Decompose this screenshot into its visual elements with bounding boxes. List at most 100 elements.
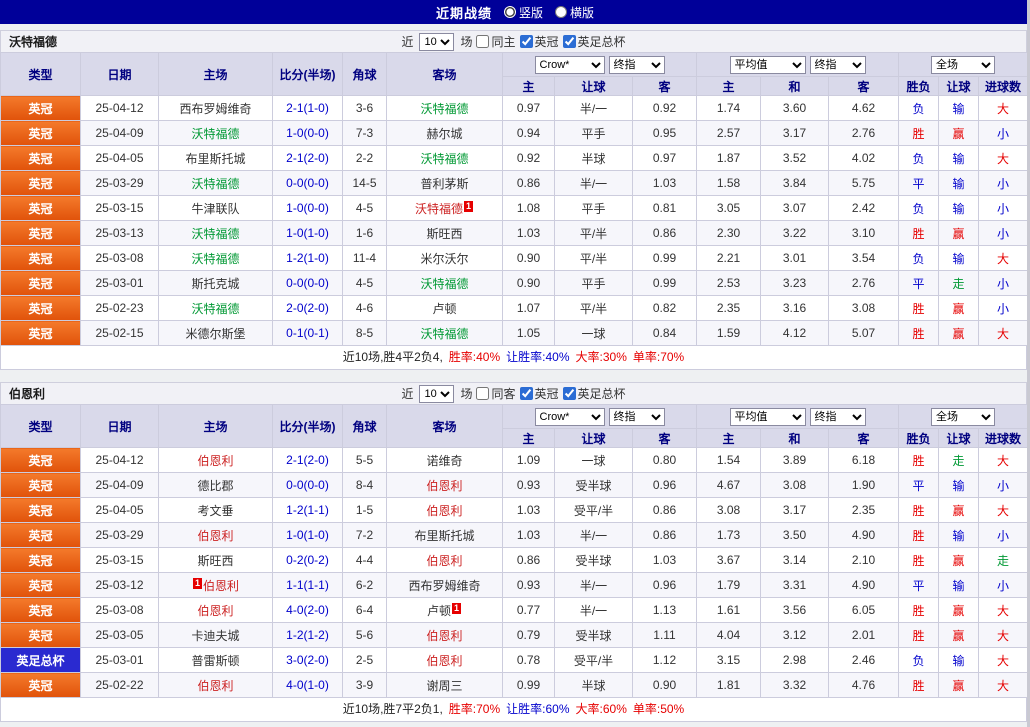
avg-away-odds: 2.76 xyxy=(828,120,899,146)
match-score: 1-2(1-1) xyxy=(272,497,343,523)
odds-stage-select[interactable]: 终指 xyxy=(608,407,665,426)
avg-away-odds: 6.18 xyxy=(828,447,899,473)
avg-home-odds: 2.35 xyxy=(696,295,761,321)
result-handicap: 输 xyxy=(938,522,979,548)
team-name-link[interactable]: 布里斯托城 xyxy=(414,529,474,543)
team-name-link[interactable]: 伯恩利 xyxy=(197,454,233,468)
team-name-link[interactable]: 伯恩利 xyxy=(426,504,462,518)
match-count-select[interactable]: 10 xyxy=(419,384,455,403)
result-handicap: 赢 xyxy=(938,320,979,346)
filter-league-input[interactable] xyxy=(519,35,533,48)
home-team-cell: 沃特福德 xyxy=(158,295,273,321)
layout-radio-vertical[interactable]: 竖版 xyxy=(503,4,543,21)
team-name-link[interactable]: 沃特福德 xyxy=(420,327,468,341)
home-team-cell: 米德尔斯堡 xyxy=(158,320,273,346)
result-goals: 大 xyxy=(978,245,1028,271)
avg-stage-select[interactable]: 终指 xyxy=(809,407,866,426)
team-name-link[interactable]: 伯恩利 xyxy=(197,529,233,543)
team-name-link[interactable]: 米尔沃尔 xyxy=(420,252,468,266)
team-name-link[interactable]: 伯恩利 xyxy=(203,579,239,593)
home-team-cell: 伯恩利 xyxy=(158,447,273,473)
filter-cup[interactable]: 英足总杯 xyxy=(562,385,626,402)
team-name-link[interactable]: 普雷斯顿 xyxy=(191,654,239,668)
team-name-link[interactable]: 斯旺西 xyxy=(426,227,462,241)
filter-league[interactable]: 英冠 xyxy=(519,33,559,50)
match-count-select[interactable]: 10 xyxy=(419,32,455,51)
team-name-link[interactable]: 沃特福德 xyxy=(191,227,239,241)
avg-away-odds: 5.75 xyxy=(828,170,899,196)
team-name-link[interactable]: 伯恩利 xyxy=(426,479,462,493)
corner-count: 2-5 xyxy=(342,647,387,673)
page-title: 近期战绩 xyxy=(435,5,492,21)
avg-stage-select[interactable]: 终指 xyxy=(809,55,866,74)
team-name-link[interactable]: 卢顿 xyxy=(432,302,456,316)
team-name-link[interactable]: 沃特福德 xyxy=(415,202,463,216)
team-name-link[interactable]: 沃特福德 xyxy=(191,127,239,141)
team-name-link[interactable]: 沃特福德 xyxy=(420,102,468,116)
team-name-link[interactable]: 沃特福德 xyxy=(420,277,468,291)
team-name-link[interactable]: 沃特福德 xyxy=(420,152,468,166)
odds-stage-select[interactable]: 终指 xyxy=(608,55,665,74)
odds-handicap: 半球 xyxy=(554,145,633,171)
filter-same-venue[interactable]: 同主 xyxy=(476,33,516,50)
away-team-cell: 诺维奇 xyxy=(386,447,503,473)
avg-home-odds: 1.61 xyxy=(696,597,761,623)
vertical-radio-input[interactable] xyxy=(503,6,516,18)
filter-league-input[interactable] xyxy=(519,387,533,400)
team-name-link[interactable]: 沃特福德 xyxy=(191,302,239,316)
team-name-link[interactable]: 谢周三 xyxy=(426,679,462,693)
team-name-link[interactable]: 伯恩利 xyxy=(426,629,462,643)
odds-away: 1.03 xyxy=(632,170,697,196)
avg-draw-odds: 3.17 xyxy=(760,120,829,146)
team-name-link[interactable]: 伯恩利 xyxy=(197,604,233,618)
team-name-link[interactable]: 沃特福德 xyxy=(191,177,239,191)
avg-source-select[interactable]: 平均值 xyxy=(729,407,806,426)
match-row: 英冠 25-04-12 西布罗姆维奇 2-1(1-0) 3-6 沃特福德 0.97 半/一 0.… xyxy=(0,95,1028,121)
team-name-link[interactable]: 伯恩利 xyxy=(197,679,233,693)
team-name-link[interactable]: 卢顿 xyxy=(427,604,451,618)
scope-select[interactable]: 全场 xyxy=(931,55,995,74)
filter-same-venue[interactable]: 同客 xyxy=(476,385,516,402)
filter-cup[interactable]: 英足总杯 xyxy=(562,33,626,50)
result-goals: 小 xyxy=(978,120,1028,146)
team-name-link[interactable]: 普利茅斯 xyxy=(420,177,468,191)
odds-away: 1.13 xyxy=(632,597,697,623)
team-name-link[interactable]: 牛津联队 xyxy=(191,202,239,216)
layout-radio-horizontal[interactable]: 横版 xyxy=(555,4,594,21)
team-name-link[interactable]: 伯恩利 xyxy=(426,554,462,568)
team-name-link[interactable]: 布里斯托城 xyxy=(185,152,245,166)
team-name-link[interactable]: 赫尔城 xyxy=(426,127,462,141)
team-name-link[interactable]: 诺维奇 xyxy=(426,454,462,468)
filter-league[interactable]: 英冠 xyxy=(519,385,559,402)
team-name-link[interactable]: 沃特福德 xyxy=(191,252,239,266)
avg-source-select[interactable]: 平均值 xyxy=(729,55,806,74)
filter-same-venue-input[interactable] xyxy=(476,387,490,400)
team-name-link[interactable]: 伯恩利 xyxy=(426,654,462,668)
team-name-link[interactable]: 西布罗姆维奇 xyxy=(408,579,480,593)
team-name-link[interactable]: 德比郡 xyxy=(197,479,233,493)
filter-cup-input[interactable] xyxy=(562,35,576,48)
horizontal-radio-input[interactable] xyxy=(555,6,567,18)
result-outcome: 平 xyxy=(898,170,939,196)
odds-company-select[interactable]: Crow* xyxy=(534,55,605,74)
odds-away: 0.86 xyxy=(632,220,697,246)
avg-draw-odds: 3.08 xyxy=(760,472,829,498)
avg-away-odds: 6.05 xyxy=(828,597,899,623)
result-outcome: 胜 xyxy=(898,497,939,523)
odds-handicap: 受平/半 xyxy=(554,647,633,673)
scope-select[interactable]: 全场 xyxy=(931,407,995,426)
col-header-3: 比分(半场) xyxy=(272,52,343,96)
filter-same-venue-input[interactable] xyxy=(476,35,490,48)
team-name-link[interactable]: 卡迪夫城 xyxy=(191,629,239,643)
match-type-badge: 英冠 xyxy=(0,120,81,146)
filter-cup-input[interactable] xyxy=(562,387,576,400)
team-name-link[interactable]: 西布罗姆维奇 xyxy=(179,102,251,116)
team-section: 伯恩利近 10 场同客 英冠 英足总杯 类型 日期 主场 比分(半场) 角球 客场 Crow* 终指 平均… xyxy=(0,382,1028,722)
team-name-link[interactable]: 考文垂 xyxy=(197,504,233,518)
team-name-link[interactable]: 米德尔斯堡 xyxy=(185,327,245,341)
match-score: 1-0(1-0) xyxy=(272,220,343,246)
odds-home: 1.05 xyxy=(502,320,555,346)
team-name-link[interactable]: 斯旺西 xyxy=(197,554,233,568)
odds-company-select[interactable]: Crow* xyxy=(534,407,605,426)
team-name-link[interactable]: 斯托克城 xyxy=(191,277,239,291)
